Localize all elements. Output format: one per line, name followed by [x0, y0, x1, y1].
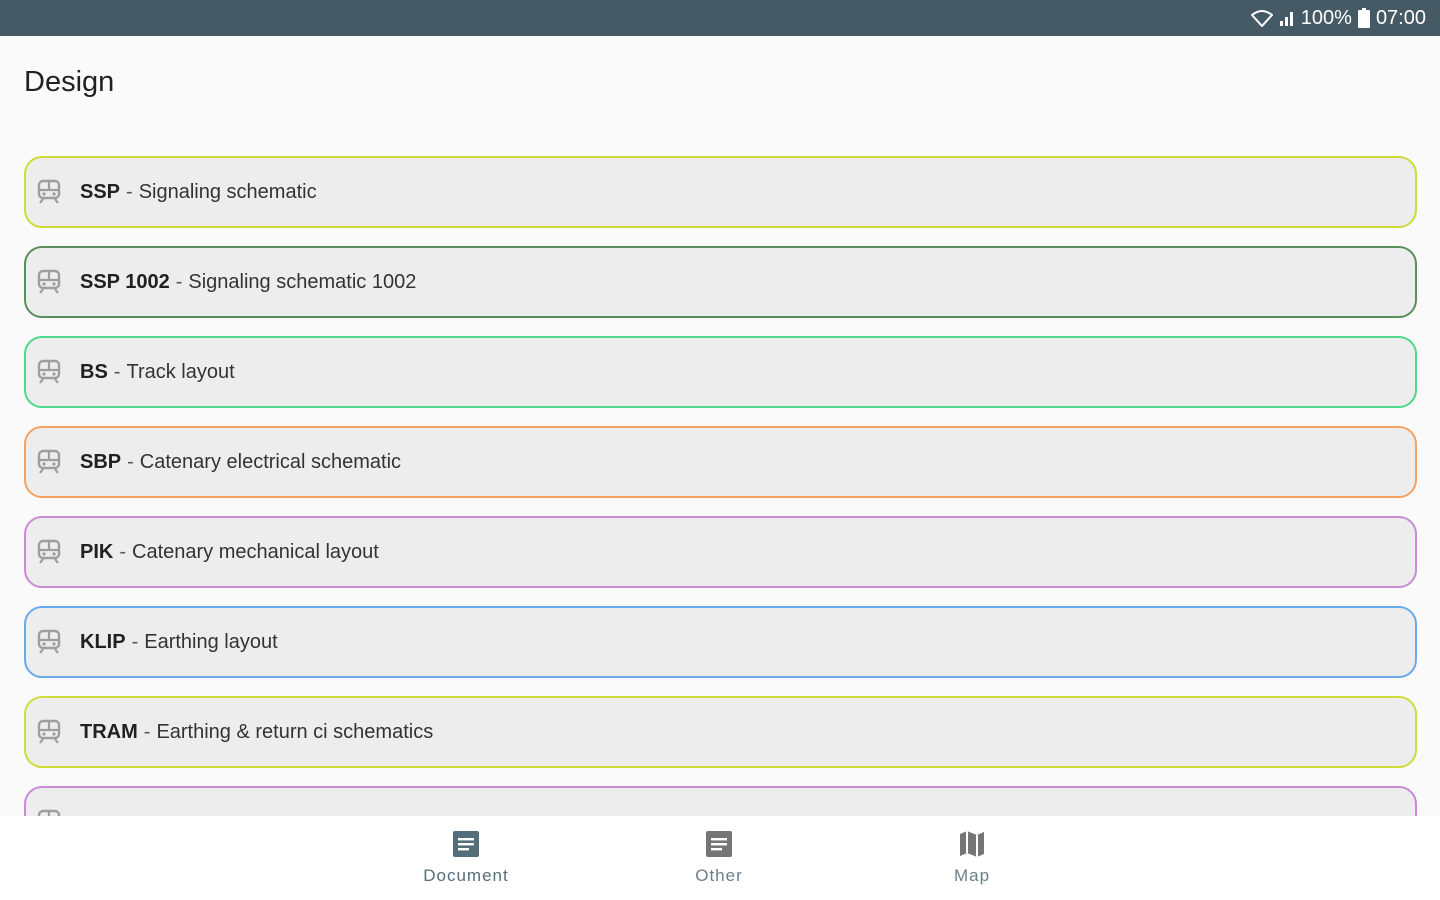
- document-list: SSP - Signaling schematic SSP 1002 - Sig…: [24, 156, 1417, 816]
- bottom-navigation: Document Other Map: [0, 816, 1440, 900]
- list-item-partial[interactable]: [24, 786, 1417, 816]
- item-description: Catenary mechanical layout: [132, 540, 379, 563]
- clock: 07:00: [1375, 6, 1426, 29]
- item-code: BS: [80, 360, 108, 383]
- list-item[interactable]: SBP - Catenary electrical schematic: [24, 426, 1417, 498]
- map-icon: [958, 830, 986, 858]
- nav-label: Map: [953, 866, 991, 885]
- item-separator: -: [175, 270, 183, 293]
- item-separator: -: [143, 720, 151, 743]
- item-code: SSP: [80, 180, 121, 203]
- train-icon: [36, 539, 62, 565]
- item-separator: -: [127, 450, 134, 473]
- item-description: Catenary electrical schematic: [139, 450, 402, 473]
- item-code: TRAM: [80, 720, 138, 743]
- item-separator: -: [119, 540, 127, 563]
- item-description: Earthing & return ci schematics: [156, 720, 434, 743]
- item-separator: -: [113, 360, 121, 383]
- document-icon: [705, 830, 733, 858]
- list-item[interactable]: BS - Track layout: [24, 336, 1417, 408]
- item-code: SBP: [80, 450, 122, 473]
- list-item[interactable]: PIK - Catenary mechanical layout: [24, 516, 1417, 588]
- train-icon: [36, 449, 62, 475]
- item-separator: -: [131, 630, 139, 653]
- battery-percent: 100%: [1300, 6, 1352, 29]
- item-description: Earthing layout: [144, 630, 278, 653]
- wifi-icon: [1250, 9, 1273, 27]
- train-icon: [36, 719, 62, 745]
- nav-document[interactable]: Document: [396, 830, 536, 886]
- item-description: Track layout: [126, 360, 235, 383]
- item-description: Signaling schematic 1002: [188, 270, 417, 293]
- list-item[interactable]: KLIP - Earthing layout: [24, 606, 1417, 678]
- nav-label: Other: [695, 866, 743, 885]
- item-description: Signaling schematic: [138, 180, 317, 203]
- signal-icon: [1279, 9, 1295, 27]
- item-code: KLIP: [80, 630, 126, 653]
- list-item[interactable]: SSP - Signaling schematic: [24, 156, 1417, 228]
- nav-map[interactable]: Map: [902, 830, 1042, 886]
- list-item[interactable]: TRAM - Earthing & return ci schematics: [24, 696, 1417, 768]
- train-icon: [36, 269, 62, 295]
- list-item[interactable]: SSP 1002 - Signaling schematic 1002: [24, 246, 1417, 318]
- status-bar: 100% 07:00: [0, 0, 1440, 36]
- train-icon: [36, 179, 62, 205]
- train-icon: [36, 629, 62, 655]
- item-code: SSP 1002: [80, 270, 170, 293]
- nav-label: Document: [423, 866, 509, 885]
- page-title: Design: [24, 66, 115, 98]
- item-separator: -: [126, 180, 133, 203]
- nav-other[interactable]: Other: [649, 830, 789, 886]
- train-icon: [36, 809, 62, 816]
- document-icon: [452, 830, 480, 858]
- train-icon: [36, 359, 62, 385]
- battery-icon: [1357, 8, 1370, 28]
- item-code: PIK: [80, 540, 114, 563]
